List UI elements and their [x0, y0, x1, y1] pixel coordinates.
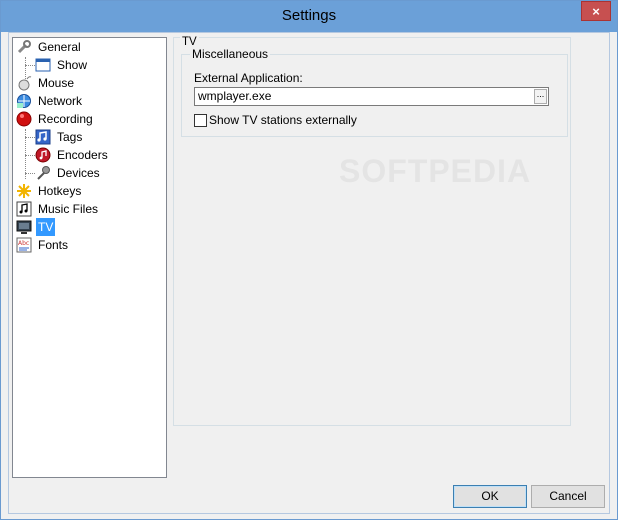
tree-item-music-files[interactable]: Music Files — [16, 200, 100, 218]
hotkeys-icon — [16, 183, 32, 199]
cancel-button[interactable]: Cancel — [531, 485, 605, 508]
svg-text:Abc: Abc — [18, 240, 29, 247]
close-icon: × — [592, 4, 600, 19]
tree-item-label: Network — [38, 94, 83, 108]
tree-item-label: Hotkeys — [38, 184, 82, 198]
group-title: Miscellaneous — [190, 47, 271, 61]
show-externally-label[interactable]: Show TV stations externally — [209, 113, 357, 127]
tree-item-show[interactable]: Show — [35, 56, 89, 74]
ok-button[interactable]: OK — [453, 485, 527, 508]
tree-item-label: Tags — [57, 130, 83, 144]
tree-item-fonts[interactable]: Abc Fonts — [16, 236, 70, 254]
tree-item-tv[interactable]: TV — [16, 217, 57, 237]
wrench-icon — [16, 39, 32, 55]
tree-item-label: Fonts — [38, 238, 69, 252]
tree-connector — [25, 137, 35, 138]
tree-item-network[interactable]: Network — [16, 92, 84, 110]
dialog-client-area: General Show Mouse Network Recording Tag… — [8, 32, 610, 514]
window-title: Settings — [281, 7, 337, 24]
title-bar[interactable]: Settings × — [1, 1, 617, 32]
show-externally-checkbox[interactable] — [194, 114, 207, 127]
music-note-icon — [16, 201, 32, 217]
music-disc-icon — [35, 147, 51, 163]
tree-item-hotkeys[interactable]: Hotkeys — [16, 182, 83, 200]
record-icon — [16, 111, 32, 127]
tree-item-label: Encoders — [57, 148, 108, 162]
tv-icon — [16, 219, 32, 235]
close-button[interactable]: × — [581, 1, 611, 21]
tree-item-label: Mouse — [38, 76, 75, 90]
microphone-icon — [35, 165, 51, 181]
tree-item-label: Show — [57, 58, 88, 72]
tags-icon — [35, 129, 51, 145]
tree-item-label: Music Files — [38, 202, 99, 216]
tree-item-mouse[interactable]: Mouse — [16, 74, 76, 92]
tree-item-general[interactable]: General — [16, 38, 83, 56]
tree-item-label: General — [38, 40, 81, 54]
tree-item-label: Devices — [57, 166, 100, 180]
mouse-icon — [16, 75, 32, 91]
watermark: SOFTPEDIA — [339, 153, 532, 189]
tree-item-devices[interactable]: Devices — [35, 164, 102, 182]
external-application-input[interactable]: wmplayer.exe — [194, 87, 549, 106]
tree-item-label: TV — [34, 217, 57, 237]
tree-connector — [25, 65, 35, 66]
tree-item-recording[interactable]: Recording — [16, 110, 95, 128]
network-globe-icon — [16, 93, 32, 109]
tree-item-tags[interactable]: Tags — [35, 128, 84, 146]
tree-item-label: Recording — [38, 112, 93, 126]
settings-window: Settings × General Show Mouse Network Re… — [0, 0, 618, 520]
external-application-label: External Application: — [194, 71, 303, 85]
browse-button[interactable]: ... — [534, 89, 547, 104]
window-icon — [35, 57, 51, 73]
tree-connector — [25, 155, 35, 156]
settings-tree[interactable]: General Show Mouse Network Recording Tag… — [12, 37, 167, 478]
fonts-icon: Abc — [16, 237, 32, 253]
tree-connector — [25, 173, 35, 174]
tree-item-encoders[interactable]: Encoders — [35, 146, 110, 164]
